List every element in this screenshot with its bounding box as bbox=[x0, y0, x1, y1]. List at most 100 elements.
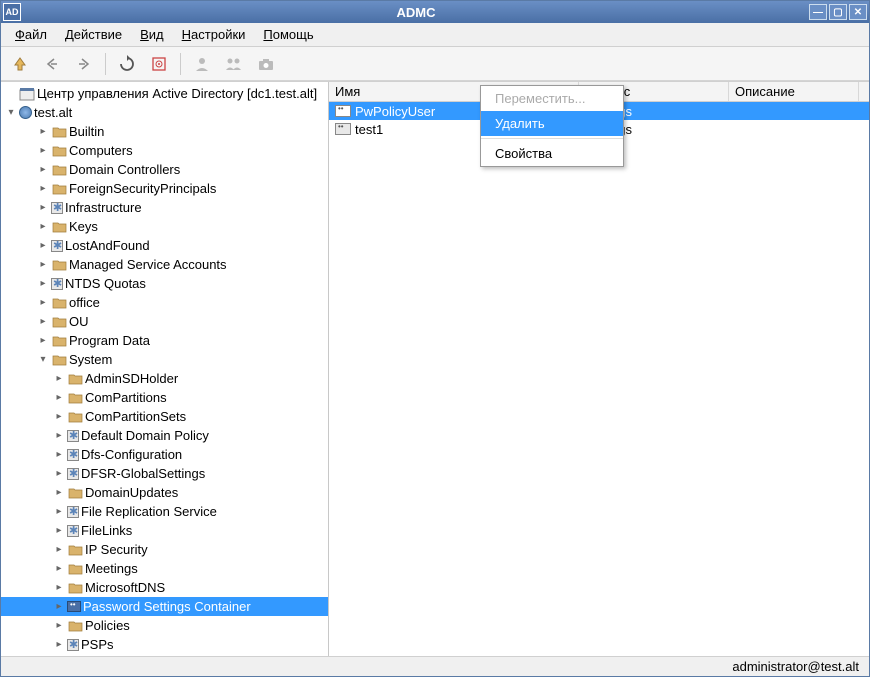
menu-Вид[interactable]: Вид bbox=[132, 25, 172, 44]
tree-item-file-replication-service[interactable]: ▸File Replication Service bbox=[1, 502, 328, 521]
tree-item-keys[interactable]: ▸Keys bbox=[1, 217, 328, 236]
tree-item-domain-controllers[interactable]: ▸Domain Controllers bbox=[1, 160, 328, 179]
tree-item-ip-security[interactable]: ▸IP Security bbox=[1, 540, 328, 559]
tree-item-ou[interactable]: ▸OU bbox=[1, 312, 328, 331]
expand-caret[interactable]: ▸ bbox=[53, 544, 65, 555]
expand-caret[interactable]: ▸ bbox=[37, 164, 49, 175]
menu-Действие[interactable]: Действие bbox=[57, 25, 130, 44]
tree-item-computers[interactable]: ▸Computers bbox=[1, 141, 328, 160]
tree-domain[interactable]: ▾test.alt bbox=[1, 103, 328, 122]
tree-item-system[interactable]: ▾System bbox=[1, 350, 328, 369]
tree-item-compartitionsets[interactable]: ▸ComPartitionSets bbox=[1, 407, 328, 426]
expand-caret[interactable]: ▸ bbox=[53, 601, 65, 612]
tree-item-foreignsecurityprincipals[interactable]: ▸ForeignSecurityPrincipals bbox=[1, 179, 328, 198]
tree-item-adminsdholder[interactable]: ▸ AdminSDHolder bbox=[1, 369, 328, 388]
column-label: Описание bbox=[735, 84, 795, 99]
up-button[interactable] bbox=[7, 51, 33, 77]
expand-caret[interactable]: ▸ bbox=[37, 183, 49, 194]
statusbar: administrator@test.alt bbox=[1, 656, 869, 676]
tree-item-dfsr-globalsettings[interactable]: ▸DFSR-GlobalSettings bbox=[1, 464, 328, 483]
back-button[interactable] bbox=[39, 51, 65, 77]
expand-caret[interactable]: ▸ bbox=[37, 297, 49, 308]
expand-caret[interactable]: ▸ bbox=[53, 639, 65, 650]
user-button[interactable] bbox=[189, 51, 215, 77]
expand-caret[interactable]: ▸ bbox=[53, 487, 65, 498]
tree-item-builtin[interactable]: ▸Builtin bbox=[1, 122, 328, 141]
tree-item-ntds-quotas[interactable]: ▸NTDS Quotas bbox=[1, 274, 328, 293]
tree-item-default-domain-policy[interactable]: ▸ Default Domain Policy bbox=[1, 426, 328, 445]
tree-item-infrastructure[interactable]: ▸ Infrastructure bbox=[1, 198, 328, 217]
tree-item-domainupdates[interactable]: ▸DomainUpdates bbox=[1, 483, 328, 502]
expand-caret[interactable]: ▸ bbox=[53, 411, 65, 422]
tree-item-microsoftdns[interactable]: ▸MicrosoftDNS bbox=[1, 578, 328, 597]
close-button[interactable]: ✕ bbox=[849, 4, 867, 20]
expand-caret[interactable]: ▾ bbox=[37, 354, 49, 365]
expand-caret[interactable]: ▸ bbox=[53, 468, 65, 479]
folder-icon bbox=[51, 315, 67, 329]
list-pane: Имя▼КлассОписание PwPolicyUserSettingste… bbox=[329, 82, 869, 656]
tree-label: Default Domain Policy bbox=[81, 428, 209, 443]
pwset-icon bbox=[67, 601, 81, 612]
tree-root[interactable]: Центр управления Active Directory [dc1.t… bbox=[1, 84, 328, 103]
target-button[interactable] bbox=[146, 51, 172, 77]
snapshot-button[interactable] bbox=[253, 51, 279, 77]
menu-Файл[interactable]: Файл bbox=[7, 25, 55, 44]
expand-caret[interactable]: ▸ bbox=[37, 316, 49, 327]
tree-item-program-data[interactable]: ▸Program Data bbox=[1, 331, 328, 350]
tree-item-managed-service-accounts[interactable]: ▸Managed Service Accounts bbox=[1, 255, 328, 274]
menu-Настройки[interactable]: Настройки bbox=[174, 25, 254, 44]
tree-label: Infrastructure bbox=[65, 200, 142, 215]
minimize-button[interactable]: — bbox=[809, 4, 827, 20]
tree-item-filelinks[interactable]: ▸FileLinks bbox=[1, 521, 328, 540]
folder-icon bbox=[51, 220, 67, 234]
expand-caret[interactable]: ▸ bbox=[53, 620, 65, 631]
expand-caret[interactable]: ▸ bbox=[37, 221, 49, 232]
tree-label: Центр управления Active Directory [dc1.t… bbox=[37, 86, 317, 101]
context-item-Удалить[interactable]: Удалить bbox=[481, 111, 623, 136]
expand-caret[interactable]: ▸ bbox=[37, 202, 49, 213]
expand-caret[interactable]: ▸ bbox=[53, 449, 65, 460]
group-button[interactable] bbox=[221, 51, 247, 77]
expand-caret[interactable]: ▸ bbox=[37, 259, 49, 270]
expand-caret[interactable]: ▸ bbox=[53, 525, 65, 536]
expand-caret[interactable]: ▸ bbox=[37, 240, 49, 251]
tree-item-office[interactable]: ▸office bbox=[1, 293, 328, 312]
expand-caret[interactable]: ▸ bbox=[37, 126, 49, 137]
tree-pane[interactable]: Центр управления Active Directory [dc1.t… bbox=[1, 82, 329, 656]
folder-icon bbox=[51, 258, 67, 272]
expand-caret[interactable]: ▸ bbox=[37, 145, 49, 156]
expand-caret[interactable]: ▸ bbox=[37, 335, 49, 346]
folder-icon bbox=[67, 581, 83, 595]
tree-item-dfs-configuration[interactable]: ▸Dfs-Configuration bbox=[1, 445, 328, 464]
tree-item-meetings[interactable]: ▸ Meetings bbox=[1, 559, 328, 578]
expand-caret[interactable]: ▸ bbox=[53, 506, 65, 517]
expand-caret[interactable]: ▸ bbox=[53, 392, 65, 403]
cog-icon bbox=[51, 278, 63, 290]
column-Описание[interactable]: Описание bbox=[729, 82, 859, 101]
expand-caret[interactable]: ▸ bbox=[53, 373, 65, 384]
tree-item-lostandfound[interactable]: ▸LostAndFound bbox=[1, 236, 328, 255]
tree-item-psps[interactable]: ▸PSPs bbox=[1, 635, 328, 654]
expand-caret[interactable]: ▸ bbox=[53, 582, 65, 593]
password-settings-icon bbox=[335, 123, 351, 135]
expand-caret[interactable]: ▸ bbox=[37, 278, 49, 289]
menu-Помощь[interactable]: Помощь bbox=[255, 25, 321, 44]
tree-item-password-settings-container[interactable]: ▸Password Settings Container bbox=[1, 597, 328, 616]
menubar: ФайлДействиеВидНастройкиПомощь bbox=[1, 23, 869, 47]
folder-icon bbox=[51, 353, 67, 367]
expand-caret[interactable]: ▸ bbox=[53, 563, 65, 574]
maximize-button[interactable]: ▢ bbox=[829, 4, 847, 20]
context-item-Переместить...: Переместить... bbox=[481, 86, 623, 111]
context-item-Свойства[interactable]: Свойства bbox=[481, 141, 623, 166]
tree-item-policies[interactable]: ▸Policies bbox=[1, 616, 328, 635]
expand-caret[interactable]: ▾ bbox=[5, 107, 17, 118]
root-icon bbox=[19, 87, 35, 101]
cog-icon bbox=[67, 639, 79, 651]
tree-label: Meetings bbox=[85, 561, 138, 576]
tree-label: ComPartitions bbox=[85, 390, 167, 405]
expand-caret[interactable]: ▸ bbox=[53, 430, 65, 441]
forward-button[interactable] bbox=[71, 51, 97, 77]
tree-label: AdminSDHolder bbox=[85, 371, 178, 386]
tree-item-compartitions[interactable]: ▸ ComPartitions bbox=[1, 388, 328, 407]
refresh-button[interactable] bbox=[114, 51, 140, 77]
